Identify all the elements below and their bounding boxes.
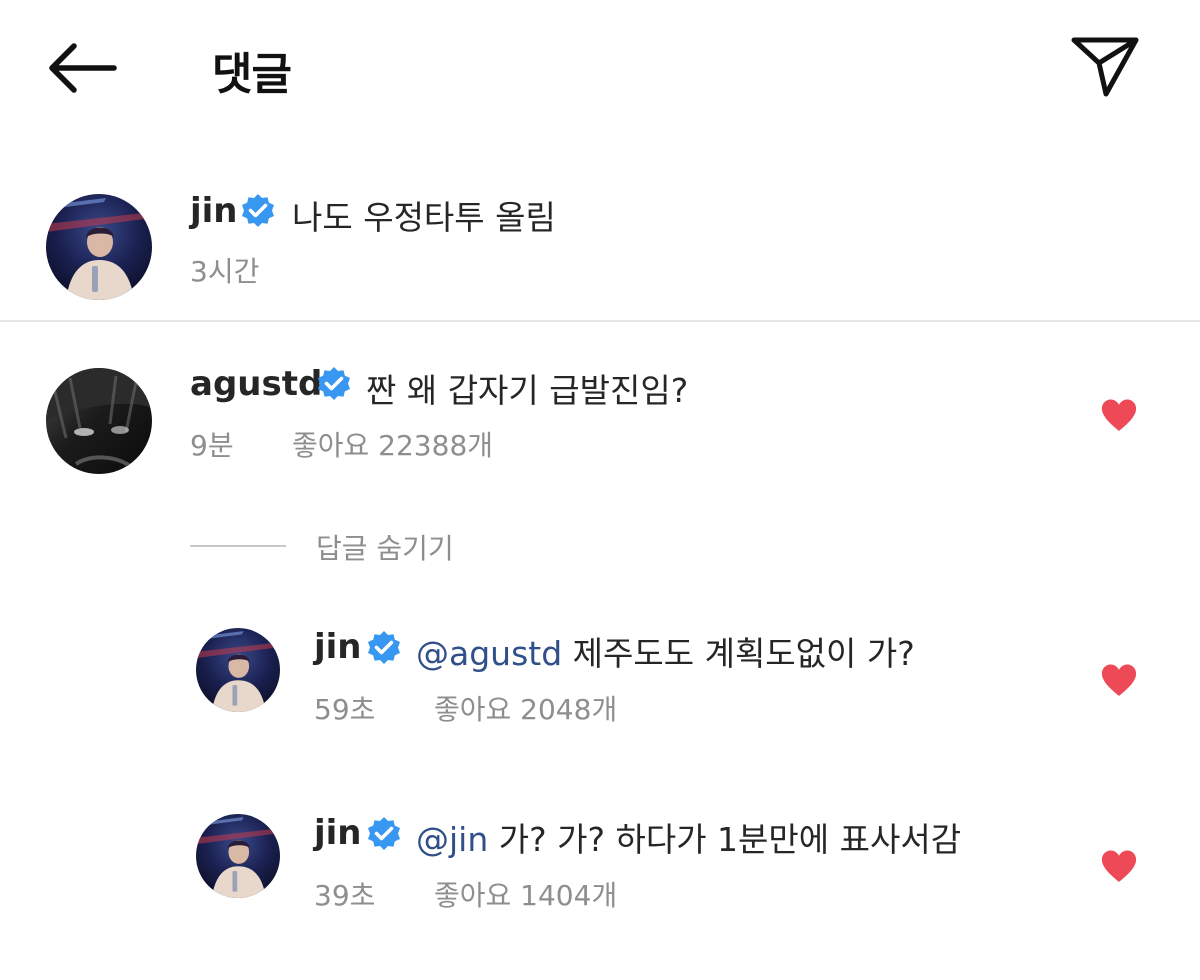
back-button[interactable] [44, 40, 120, 96]
caption-time: 3시간 [190, 255, 260, 288]
hide-replies-button[interactable]: 답글 숨기기 [316, 527, 454, 567]
like-heart-icon[interactable] [1100, 663, 1138, 697]
reply-time: 39초 [314, 879, 376, 912]
verified-badge-icon [366, 816, 402, 852]
mention-link[interactable]: @jin [416, 820, 488, 859]
reply-username[interactable]: jin [314, 813, 362, 853]
reply-message: 가? 가? 하다가 1분만에 표사서감 [488, 820, 962, 859]
replies-divider-line [190, 545, 286, 547]
verified-badge-icon [366, 630, 402, 666]
caption-text: 나도 우정타투 올림 [292, 198, 556, 237]
avatar[interactable] [196, 628, 280, 712]
avatar[interactable] [196, 814, 280, 898]
comment-text: 짠 왜 갑자기 급발진임? [366, 371, 689, 410]
share-button[interactable] [1068, 34, 1142, 100]
mention-link[interactable]: @agustd [416, 634, 562, 673]
top-bar: 댓글 [0, 0, 1200, 140]
reply-time: 59초 [314, 693, 376, 726]
verified-badge-icon [316, 366, 352, 402]
like-heart-icon[interactable] [1100, 398, 1138, 432]
reply-likes[interactable]: 좋아요 2048개 [434, 688, 617, 728]
reply-message: 제주도도 계획도없이 가? [562, 634, 915, 673]
divider [0, 320, 1200, 322]
send-icon [1071, 37, 1139, 97]
reply-likes[interactable]: 좋아요 1404개 [434, 874, 617, 914]
caption-username[interactable]: jin [190, 191, 238, 231]
comment-likes[interactable]: 좋아요 22388개 [292, 424, 493, 464]
verified-badge-icon [240, 193, 276, 229]
reply-text: @agustd 제주도도 계획도없이 가? [416, 627, 915, 675]
avatar[interactable] [46, 368, 152, 474]
reply-text: @jin 가? 가? 하다가 1분만에 표사서감 [416, 813, 961, 861]
page-title: 댓글 [212, 49, 292, 100]
like-heart-icon[interactable] [1100, 849, 1138, 883]
comment-time: 9분 [190, 429, 234, 462]
comment-username[interactable]: agustd [190, 364, 322, 404]
back-arrow-icon [49, 43, 117, 93]
avatar[interactable] [46, 194, 152, 300]
reply-username[interactable]: jin [314, 627, 362, 667]
